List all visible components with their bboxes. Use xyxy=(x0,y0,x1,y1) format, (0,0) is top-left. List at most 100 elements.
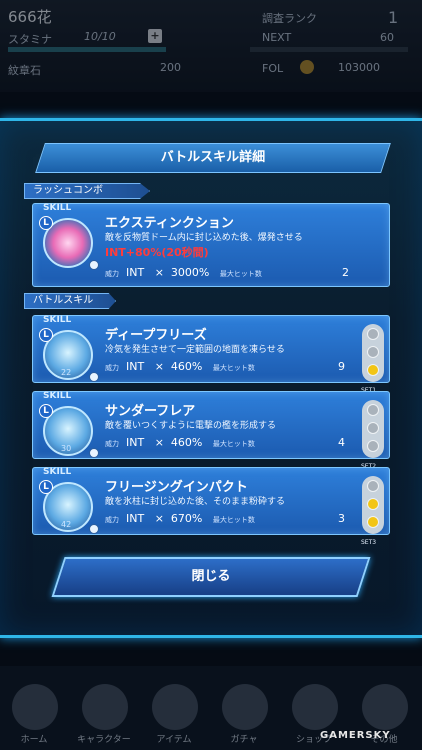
nav-character[interactable]: キャラクター xyxy=(74,684,134,745)
skill-stats: 威力 INT × 3000% 最大ヒット数 xyxy=(105,266,262,279)
hit-count: 4 xyxy=(338,436,345,449)
stone-label: 紋章石 xyxy=(8,64,41,77)
stat-name: INT xyxy=(126,512,145,525)
skill-stats: 威力 INT × 460% 最大ヒット数 xyxy=(105,436,255,449)
stone-value: 200 xyxy=(160,61,181,74)
battle-skill-card[interactable]: SKILL L 22 ディープフリーズ 冷気を発生させて一定範囲の地面を凍らせる… xyxy=(32,315,390,394)
l-badge-icon: L xyxy=(39,404,53,418)
max-hit-label: 最大ヒット数 xyxy=(212,440,255,448)
rush-combo-card[interactable]: SKILL L エクスティンクション 敵を反物質ドーム内に封じ込めた後、爆発させ… xyxy=(32,203,390,287)
set-dot-icon xyxy=(367,404,379,416)
set-indicator: SET2 xyxy=(361,400,384,470)
skill-level: 22 xyxy=(61,368,72,377)
gear-icon xyxy=(362,684,408,730)
set-indicator: SET1 xyxy=(361,324,384,394)
set-dot-icon xyxy=(367,440,379,452)
l-badge-icon: L xyxy=(39,216,53,230)
set-dot-icon xyxy=(367,480,379,492)
l-badge-icon: L xyxy=(39,328,53,342)
hit-count: 9 xyxy=(338,360,345,373)
nav-gacha[interactable]: ガチャ xyxy=(214,684,274,745)
element-icon xyxy=(89,448,99,458)
nav-label: ガチャ xyxy=(230,735,258,745)
next-value: 60 xyxy=(380,31,394,44)
set-dot-icon xyxy=(367,346,379,358)
exp-bar xyxy=(250,47,408,52)
home-icon xyxy=(12,684,58,730)
skill-desc: 冷気を発生させて一定範囲の地面を凍らせる xyxy=(105,345,285,355)
power-label: 威力 xyxy=(105,270,119,278)
element-icon xyxy=(89,524,99,534)
gacha-icon xyxy=(222,684,268,730)
skill-desc: 敵を覆いつくすように電撃の檻を形成する xyxy=(105,421,277,431)
fol-value: 103000 xyxy=(338,61,380,74)
stamina-label: スタミナ xyxy=(8,33,52,46)
item-bag-icon xyxy=(152,684,198,730)
skill-desc: 敵を反物質ドーム内に封じ込めた後、爆発させる xyxy=(105,233,303,243)
skill-level: 30 xyxy=(61,444,72,453)
set-indicator: SET3 xyxy=(361,476,384,546)
nav-label: ホーム xyxy=(20,735,48,745)
fol-coin-icon xyxy=(300,60,314,74)
max-hit-label: 最大ヒット数 xyxy=(219,270,262,278)
skill-tag: SKILL xyxy=(43,467,72,477)
skill-name: サンダーフレア xyxy=(105,404,196,419)
stamina-value: 10/10 xyxy=(84,30,116,43)
battle-skill-tab: バトルスキル xyxy=(24,293,116,309)
set-label: SET3 xyxy=(361,539,377,546)
times-sign: × xyxy=(154,266,164,279)
battle-skill-card[interactable]: SKILL L 30 サンダーフレア 敵を覆いつくすように電撃の檻を形成する 威… xyxy=(32,391,390,470)
skill-tag: SKILL xyxy=(43,391,72,401)
l-badge-icon: L xyxy=(39,480,53,494)
max-hit-label: 最大ヒット数 xyxy=(212,364,255,372)
rank-value: 1 xyxy=(388,8,399,27)
stat-name: INT xyxy=(126,360,145,373)
skill-desc: 敵を氷柱に封じ込めた後、そのまま粉砕する xyxy=(105,497,286,507)
set-dot-icon xyxy=(367,498,379,510)
power-value: 460% xyxy=(170,436,203,449)
power-label: 威力 xyxy=(105,440,119,448)
set-dot-icon xyxy=(367,364,379,376)
times-sign: × xyxy=(154,436,164,449)
hit-count: 2 xyxy=(342,266,349,279)
power-value: 3000% xyxy=(170,266,210,279)
close-button-label[interactable]: 閉じる xyxy=(58,557,364,597)
nav-label: アイテム xyxy=(156,735,192,745)
hit-count: 3 xyxy=(338,512,345,525)
nav-item[interactable]: アイテム xyxy=(144,684,204,745)
skill-name: フリージングインパクト xyxy=(105,480,248,495)
set-dot-icon xyxy=(367,328,379,340)
battle-skill-card[interactable]: SKILL L 42 フリージングインパクト 敵を氷柱に封じ込めた後、そのまま粉… xyxy=(32,467,390,546)
nav-label: キャラクター xyxy=(77,735,131,745)
dialog-title: バトルスキル詳細 xyxy=(160,150,266,165)
stamina-plus-button[interactable]: + xyxy=(148,29,162,43)
power-value: 670% xyxy=(170,512,203,525)
stamina-bar xyxy=(8,47,166,52)
skill-extra: INT+80%(20秒間) xyxy=(105,246,209,259)
element-icon xyxy=(89,372,99,382)
fol-label: FOL xyxy=(262,62,284,75)
stat-name: INT xyxy=(126,436,145,449)
set-dot-icon xyxy=(367,422,379,434)
skill-level: 42 xyxy=(61,520,72,529)
skill-tag: SKILL xyxy=(43,203,72,213)
set-dot-icon xyxy=(367,516,379,528)
shop-crystal-icon xyxy=(292,684,338,730)
times-sign: × xyxy=(154,360,164,373)
times-sign: × xyxy=(154,512,164,525)
skill-name: ディープフリーズ xyxy=(105,328,207,343)
next-label: NEXT xyxy=(262,31,292,44)
nav-home[interactable]: ホーム xyxy=(4,684,64,745)
element-icon xyxy=(89,260,99,270)
skill-name: エクスティンクション xyxy=(105,216,234,231)
skill-tag: SKILL xyxy=(43,315,72,325)
character-icon xyxy=(82,684,128,730)
skill-stats: 威力 INT × 670% 最大ヒット数 xyxy=(105,512,255,525)
player-name: 666花 xyxy=(8,8,52,26)
power-value: 460% xyxy=(170,360,203,373)
stat-name: INT xyxy=(126,266,145,279)
power-label: 威力 xyxy=(105,516,119,524)
skill-stats: 威力 INT × 460% 最大ヒット数 xyxy=(105,360,255,373)
watermark: GAMERSKY xyxy=(320,730,391,741)
power-label: 威力 xyxy=(105,364,119,372)
